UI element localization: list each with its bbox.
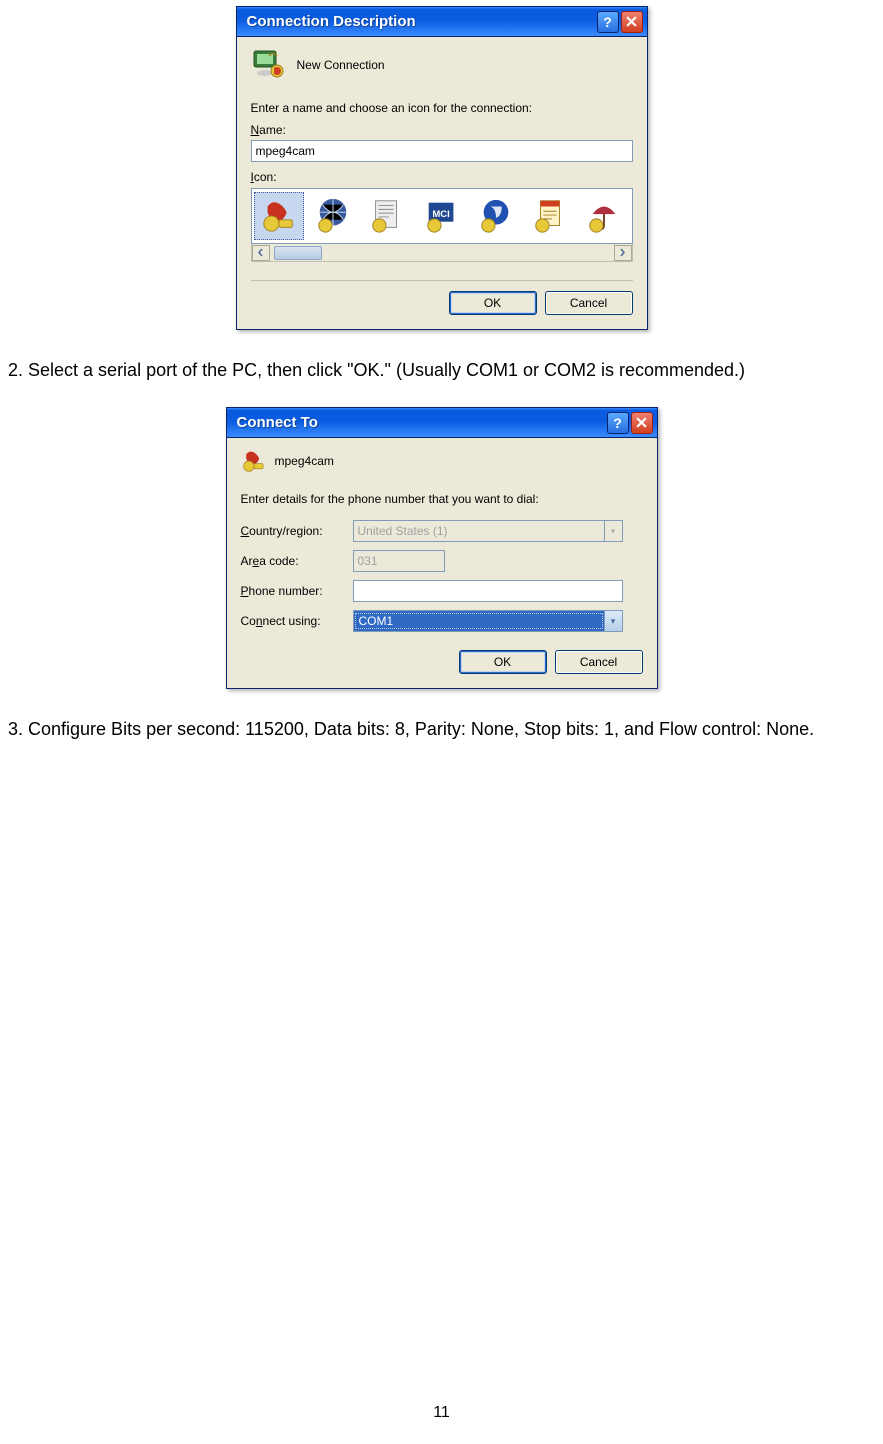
new-connection-label: New Connection — [297, 58, 385, 72]
chevron-left-icon — [257, 248, 264, 257]
country-combo: United States (1) ▾ — [353, 520, 623, 542]
cancel-button[interactable]: Cancel — [555, 650, 643, 674]
titlebar[interactable]: Connection Description ? — [237, 7, 647, 37]
separator — [251, 280, 633, 281]
cancel-button[interactable]: Cancel — [545, 291, 633, 315]
icon-scrollbar[interactable] — [251, 244, 633, 262]
icon-option-page[interactable] — [525, 192, 575, 240]
close-icon — [636, 417, 647, 428]
chevron-down-icon: ▾ — [604, 521, 622, 541]
area-code-input — [353, 550, 445, 572]
connect-using-value: COM1 — [355, 613, 603, 629]
phone-number-label: Phone number: — [241, 584, 353, 598]
connect-to-dialog: Connect To ? mpeg4cam — [226, 407, 658, 689]
connection-icon — [241, 448, 267, 474]
page-number: 11 — [0, 1404, 883, 1422]
chevron-down-icon[interactable]: ▾ — [604, 611, 622, 631]
close-button[interactable] — [631, 412, 653, 434]
scroll-thumb[interactable] — [274, 246, 322, 260]
country-label: Country/region: — [241, 524, 353, 538]
icon-option-bluecircle[interactable] — [471, 192, 521, 240]
new-connection-icon — [251, 47, 287, 83]
help-button[interactable]: ? — [607, 412, 629, 434]
prompt-text: Enter details for the phone number that … — [241, 492, 643, 506]
chevron-right-icon — [619, 248, 626, 257]
country-value: United States (1) — [354, 524, 604, 538]
titlebar[interactable]: Connect To ? — [227, 408, 657, 438]
area-code-label: Area code: — [241, 554, 353, 568]
scroll-left-button[interactable] — [252, 245, 270, 261]
help-button[interactable]: ? — [597, 11, 619, 33]
scroll-track[interactable] — [270, 245, 614, 261]
dialog-title: Connect To — [237, 414, 605, 431]
icon-option-globe[interactable] — [308, 192, 358, 240]
connect-using-combo[interactable]: COM1 ▾ — [353, 610, 623, 632]
svg-text:MCI: MCI — [432, 209, 449, 220]
scroll-right-button[interactable] — [614, 245, 632, 261]
icon-option-umbrella[interactable] — [579, 192, 629, 240]
close-icon — [626, 16, 637, 27]
icon-picker[interactable]: MCI — [251, 188, 633, 244]
icon-option-phone[interactable] — [254, 192, 304, 240]
connection-name: mpeg4cam — [275, 454, 334, 468]
icon-option-mci[interactable]: MCI — [416, 192, 466, 240]
icon-label: Icon: — [251, 170, 633, 184]
close-button[interactable] — [621, 11, 643, 33]
icon-option-document[interactable] — [362, 192, 412, 240]
dialog-title: Connection Description — [247, 13, 595, 30]
phone-number-input[interactable] — [353, 580, 623, 602]
connect-using-label: Connect using: — [241, 614, 353, 628]
instruction-step-2: 2. Select a serial port of the PC, then … — [8, 358, 875, 383]
prompt-text: Enter a name and choose an icon for the … — [251, 101, 633, 115]
connection-description-dialog: Connection Description ? — [236, 6, 648, 330]
ok-button[interactable]: OK — [449, 291, 537, 315]
ok-button[interactable]: OK — [459, 650, 547, 674]
name-label: Name: — [251, 123, 633, 137]
instruction-step-3: 3. Configure Bits per second: 115200, Da… — [8, 717, 875, 742]
name-input[interactable] — [251, 140, 633, 162]
